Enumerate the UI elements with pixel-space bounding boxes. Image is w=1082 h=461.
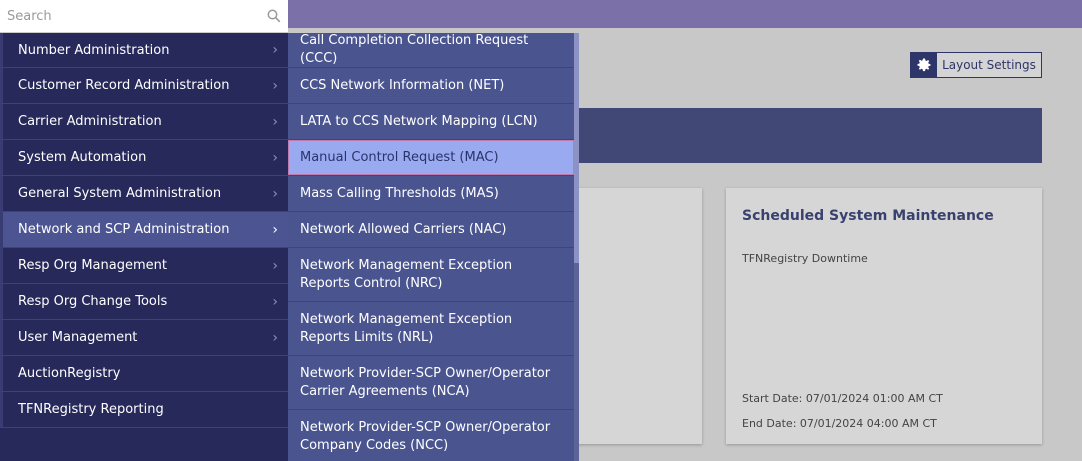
submenu-item-mac[interactable]: Manual Control Request (MAC) <box>288 140 574 176</box>
menu-item-system-automation[interactable]: System Automation › <box>0 140 288 176</box>
search-box <box>0 0 288 33</box>
maintenance-card: Scheduled System Maintenance TFNRegistry… <box>726 188 1042 444</box>
maintenance-start-date: Start Date: 07/01/2024 01:00 AM CT <box>742 392 943 405</box>
submenu-item-label: Network Provider-SCP Owner/Operator Carr… <box>300 365 551 399</box>
submenu-item-label: Network Management Exception Reports Con… <box>300 257 513 291</box>
menu-item-label: Carrier Administration <box>18 114 162 129</box>
chevron-right-icon: › <box>272 113 278 130</box>
submenu-item-label: Network Management Exception Reports Lim… <box>300 311 513 345</box>
submenu-item-label: Network Allowed Carriers (NAC) <box>300 221 507 237</box>
menu-item-label: Resp Org Change Tools <box>18 294 168 309</box>
submenu-item-label: Mass Calling Thresholds (MAS) <box>300 185 499 201</box>
layout-settings-label: Layout Settings <box>942 58 1036 72</box>
chevron-right-icon: › <box>272 293 278 310</box>
banner <box>560 108 1042 163</box>
menu-item-label: Network and SCP Administration <box>18 222 230 237</box>
submenu-item-ncc[interactable]: Network Provider-SCP Owner/Operator Comp… <box>288 410 574 461</box>
maintenance-title: Scheduled System Maintenance <box>742 208 994 224</box>
menu-item-resp-org-change-tools[interactable]: Resp Org Change Tools › <box>0 284 288 320</box>
submenu-item-ccc[interactable]: Call Completion Collection Request (CCC) <box>288 33 574 68</box>
chevron-right-icon: › <box>272 185 278 202</box>
submenu-item-nac[interactable]: Network Allowed Carriers (NAC) <box>288 212 574 248</box>
menu-item-number-administration[interactable]: Number Administration › <box>0 33 288 68</box>
menu-item-resp-org-management[interactable]: Resp Org Management › <box>0 248 288 284</box>
menu-item-label: Resp Org Management <box>18 258 167 273</box>
submenu-item-nrc[interactable]: Network Management Exception Reports Con… <box>288 248 574 302</box>
scrollbar-thumb[interactable] <box>574 33 579 263</box>
submenu-item-nrl[interactable]: Network Management Exception Reports Lim… <box>288 302 574 356</box>
chevron-right-icon: › <box>272 257 278 274</box>
chevron-right-icon: › <box>272 149 278 166</box>
menu-item-label: Customer Record Administration <box>18 78 230 93</box>
layout-settings-button[interactable]: Layout Settings <box>910 52 1042 78</box>
submenu-network-scp: Call Completion Collection Request (CCC)… <box>288 33 579 461</box>
chevron-right-icon: › <box>272 77 278 94</box>
submenu-item-label: CCS Network Information (NET) <box>300 77 505 93</box>
maintenance-subtitle: TFNRegistry Downtime <box>742 252 868 265</box>
menu-item-label: System Automation <box>18 150 147 165</box>
submenu-item-label: Network Provider-SCP Owner/Operator Comp… <box>300 419 551 453</box>
submenu-scrollbar[interactable] <box>574 33 579 461</box>
submenu-item-label: LATA to CCS Network Mapping (LCN) <box>300 113 538 129</box>
submenu-item-nca[interactable]: Network Provider-SCP Owner/Operator Carr… <box>288 356 574 410</box>
menu-item-label: General System Administration <box>18 186 222 201</box>
menu-item-user-management[interactable]: User Management › <box>0 320 288 356</box>
gear-icon <box>911 53 937 77</box>
search-input[interactable] <box>0 1 260 31</box>
chevron-right-icon: › <box>272 221 278 238</box>
menu-item-label: AuctionRegistry <box>18 366 121 381</box>
menu-item-auction-registry[interactable]: AuctionRegistry <box>0 356 288 392</box>
main-menu: Number Administration › Customer Record A… <box>0 33 288 461</box>
menu-item-customer-record-administration[interactable]: Customer Record Administration › <box>0 68 288 104</box>
menu-item-network-scp-administration[interactable]: Network and SCP Administration › <box>0 212 288 248</box>
menu-item-label: User Management <box>18 330 138 345</box>
menu-item-carrier-administration[interactable]: Carrier Administration › <box>0 104 288 140</box>
menu-item-label: TFNRegistry Reporting <box>18 402 164 417</box>
maintenance-end-date: End Date: 07/01/2024 04:00 AM CT <box>742 417 937 430</box>
search-icon[interactable] <box>260 9 288 23</box>
submenu-item-label: Call Completion Collection Request (CCC) <box>300 33 529 66</box>
submenu-item-lcn[interactable]: LATA to CCS Network Mapping (LCN) <box>288 104 574 140</box>
dashboard-card <box>560 188 702 444</box>
chevron-right-icon: › <box>272 329 278 346</box>
chevron-right-icon: › <box>272 42 278 58</box>
submenu-item-net[interactable]: CCS Network Information (NET) <box>288 68 574 104</box>
submenu-item-label: Manual Control Request (MAC) <box>300 149 499 165</box>
menu-item-label: Number Administration <box>18 42 170 58</box>
menu-item-general-system-administration[interactable]: General System Administration › <box>0 176 288 212</box>
submenu-item-mas[interactable]: Mass Calling Thresholds (MAS) <box>288 176 574 212</box>
menu-item-tfnregistry-reporting[interactable]: TFNRegistry Reporting <box>0 392 288 428</box>
